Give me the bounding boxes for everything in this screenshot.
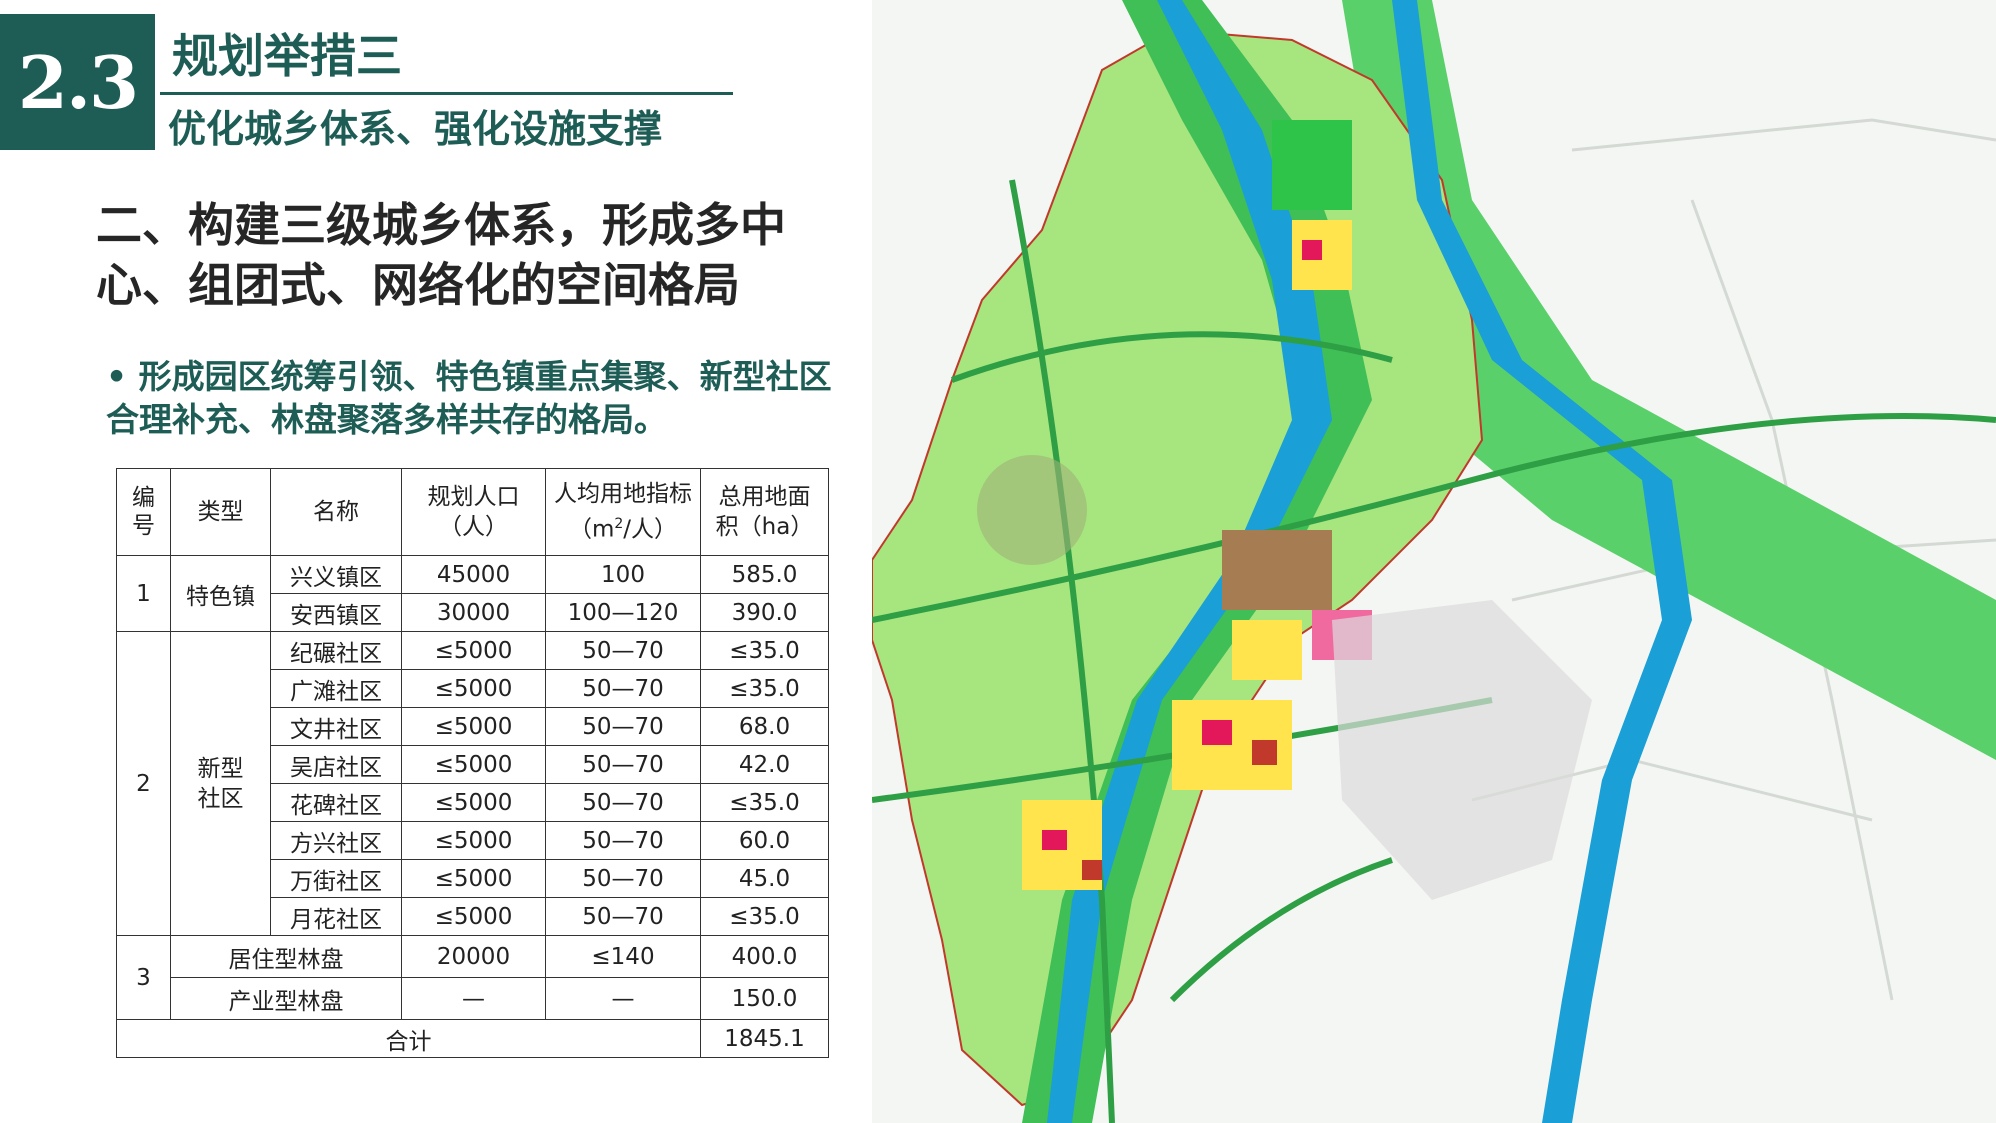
cell-name: 广滩社区: [270, 669, 402, 708]
group-no: 3: [116, 935, 171, 1020]
table-total-row: 合计 1845.1: [116, 1019, 829, 1058]
cell-pop: ≤5000: [401, 707, 546, 746]
col-header-percap: 人均用地指标（m2/人）: [545, 468, 701, 556]
header-rule: [160, 92, 733, 95]
town-circle: [977, 455, 1087, 565]
section-number-badge: 2.3: [0, 14, 155, 150]
cell-name: 兴义镇区: [270, 555, 402, 594]
cell-area: ≤35.0: [700, 897, 829, 936]
cell-name: 吴店社区: [270, 745, 402, 784]
cell-name: 花碑社区: [270, 783, 402, 822]
cell-pop: ≤5000: [401, 859, 546, 898]
table-row: 3 居住型林盘 20000 ≤140 400.0: [116, 935, 829, 1020]
cell-name: 纪碾社区: [270, 631, 402, 670]
page-heading: 二、构建三级城乡体系，形成多中心、组团式、网络化的空间格局: [96, 198, 786, 312]
settlement-table: 编号 类型 名称 规划人口（人） 人均用地指标（m2/人） 总用地面积（ha） …: [116, 468, 829, 1058]
cell-area: 45.0: [700, 859, 829, 898]
cell-pop: ≤5000: [401, 745, 546, 784]
group-type: 新型社区: [170, 631, 271, 936]
cell-name: 产业型林盘: [170, 977, 402, 1020]
cell-percap: 50—70: [545, 745, 701, 784]
cell-area: 68.0: [700, 707, 829, 746]
col-header-type: 类型: [170, 468, 271, 556]
group-no: 2: [116, 631, 171, 936]
section-number: 2.3: [17, 39, 139, 125]
cell-area: 390.0: [700, 593, 829, 632]
table-header-row: 编号 类型 名称 规划人口（人） 人均用地指标（m2/人） 总用地面积（ha）: [116, 468, 829, 556]
cell-area: 60.0: [700, 821, 829, 860]
cell-area: 150.0: [700, 977, 829, 1020]
col-header-no: 编号: [116, 468, 171, 556]
cell-percap: 50—70: [545, 821, 701, 860]
cell-name: 月花社区: [270, 897, 402, 936]
bullet-point: • 形成园区统筹引领、特色镇重点集聚、新型社区合理补充、林盘聚落多样共存的格局。: [106, 357, 832, 439]
total-label: 合计: [116, 1019, 701, 1058]
cell-pop: 45000: [401, 555, 546, 594]
cell-area: ≤35.0: [700, 631, 829, 670]
cell-percap: 50—70: [545, 631, 701, 670]
cell-name: 安西镇区: [270, 593, 402, 632]
section-title: 规划举措三: [172, 29, 402, 83]
badge-divider: [155, 14, 165, 150]
southwest-cluster: [1022, 800, 1102, 890]
cell-pop: 20000: [401, 935, 546, 978]
cell-pop: ≤5000: [401, 669, 546, 708]
cell-percap: —: [545, 977, 701, 1020]
col-header-pop: 规划人口（人）: [401, 468, 546, 556]
cell-percap: 50—70: [545, 783, 701, 822]
cell-area: 42.0: [700, 745, 829, 784]
land-use-plan-map: [872, 0, 1996, 1123]
cell-name: 居住型林盘: [170, 935, 402, 978]
cell-area: 585.0: [700, 555, 829, 594]
col-header-area: 总用地面积（ha）: [700, 468, 829, 556]
cell-area: ≤35.0: [700, 669, 829, 708]
table-row: 1 特色镇 兴义镇区 45000 100 585.0: [116, 555, 829, 632]
cell-percap: 100: [545, 555, 701, 594]
total-area: 1845.1: [700, 1019, 829, 1058]
cell-name: 万街社区: [270, 859, 402, 898]
section-subtitle: 优化城乡体系、强化设施支撑: [168, 107, 663, 151]
cell-pop: ≤5000: [401, 821, 546, 860]
cell-percap: 100—120: [545, 593, 701, 632]
table-row: 产业型林盘 — — 150.0: [117, 977, 829, 1020]
cell-name: 方兴社区: [270, 821, 402, 860]
cell-percap: ≤140: [545, 935, 701, 978]
cell-percap: 50—70: [545, 669, 701, 708]
col-header-name: 名称: [270, 468, 402, 556]
cell-percap: 50—70: [545, 859, 701, 898]
cell-percap: 50—70: [545, 897, 701, 936]
cell-name: 文井社区: [270, 707, 402, 746]
cell-pop: —: [401, 977, 546, 1020]
cell-percap: 50—70: [545, 707, 701, 746]
cell-pop: ≤5000: [401, 897, 546, 936]
group-no: 1: [116, 555, 171, 632]
cell-area: ≤35.0: [700, 783, 829, 822]
table-row: 2 新型社区 纪碾社区 ≤5000 50—70 ≤35.0: [116, 631, 829, 936]
group-type: 特色镇: [170, 555, 271, 632]
cell-pop: ≤5000: [401, 631, 546, 670]
cell-pop: ≤5000: [401, 783, 546, 822]
cell-area: 400.0: [700, 935, 829, 978]
cell-pop: 30000: [401, 593, 546, 632]
